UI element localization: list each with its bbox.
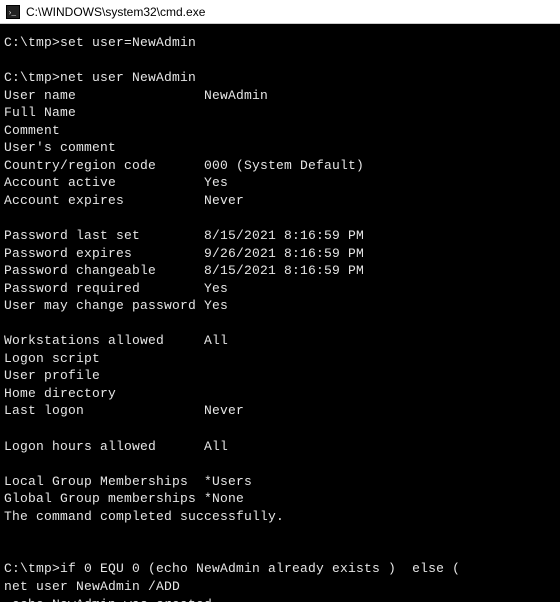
terminal-line: The command completed successfully.: [4, 508, 554, 526]
cmd-window: ›_ C:\WINDOWS\system32\cmd.exe C:\tmp>se…: [0, 0, 560, 602]
kv-value: Yes: [204, 280, 228, 298]
titlebar[interactable]: ›_ C:\WINDOWS\system32\cmd.exe: [0, 0, 560, 24]
terminal-line: C:\tmp>set user=NewAdmin: [4, 34, 554, 52]
terminal-kv-row: Workstations allowedAll: [4, 332, 554, 350]
blank-line: [4, 209, 554, 227]
blank-line: [4, 420, 554, 438]
terminal-line: C:\tmp>net user NewAdmin: [4, 69, 554, 87]
terminal-kv-row: User profile: [4, 367, 554, 385]
kv-label: User's comment: [4, 139, 204, 157]
kv-label: Home directory: [4, 385, 204, 403]
kv-label: Password required: [4, 280, 204, 298]
kv-value: *None: [204, 490, 244, 508]
terminal-kv-row: Last logonNever: [4, 402, 554, 420]
blank-line: [4, 543, 554, 561]
terminal-output[interactable]: C:\tmp>set user=NewAdmin C:\tmp>net user …: [0, 24, 560, 602]
kv-value: All: [204, 332, 228, 350]
terminal-kv-row: Comment: [4, 122, 554, 140]
kv-label: Account expires: [4, 192, 204, 210]
terminal-kv-row: Global Group memberships*None: [4, 490, 554, 508]
terminal-kv-row: Password changeable8/15/2021 8:16:59 PM: [4, 262, 554, 280]
terminal-kv-row: Full Name: [4, 104, 554, 122]
kv-value: NewAdmin: [204, 87, 268, 105]
kv-value: 000 (System Default): [204, 157, 364, 175]
kv-value: 8/15/2021 8:16:59 PM: [204, 227, 364, 245]
kv-value: Never: [204, 192, 244, 210]
kv-label: Country/region code: [4, 157, 204, 175]
kv-label: Password expires: [4, 245, 204, 263]
terminal-kv-row: User's comment: [4, 139, 554, 157]
blank-line: [4, 455, 554, 473]
kv-label: User may change password: [4, 297, 204, 315]
blank-line: [4, 52, 554, 70]
terminal-kv-row: Password last set8/15/2021 8:16:59 PM: [4, 227, 554, 245]
kv-value: All: [204, 438, 228, 456]
terminal-line: net user NewAdmin /ADD: [4, 578, 554, 596]
kv-label: Password changeable: [4, 262, 204, 280]
kv-label: User profile: [4, 367, 204, 385]
terminal-kv-row: Country/region code000 (System Default): [4, 157, 554, 175]
kv-label: Full Name: [4, 104, 204, 122]
terminal-line: echo NewAdmin was created: [4, 596, 554, 602]
kv-label: Comment: [4, 122, 204, 140]
kv-value: 8/15/2021 8:16:59 PM: [204, 262, 364, 280]
blank-line: [4, 525, 554, 543]
terminal-kv-row: Password requiredYes: [4, 280, 554, 298]
terminal-kv-row: User nameNewAdmin: [4, 87, 554, 105]
kv-value: Yes: [204, 174, 228, 192]
kv-label: Local Group Memberships: [4, 473, 204, 491]
kv-label: User name: [4, 87, 204, 105]
terminal-line: C:\tmp>if 0 EQU 0 (echo NewAdmin already…: [4, 560, 554, 578]
blank-line: [4, 315, 554, 333]
terminal-kv-row: Logon script: [4, 350, 554, 368]
svg-text:›_: ›_: [9, 7, 17, 17]
terminal-kv-row: Account activeYes: [4, 174, 554, 192]
kv-value: 9/26/2021 8:16:59 PM: [204, 245, 364, 263]
kv-value: Never: [204, 402, 244, 420]
kv-label: Account active: [4, 174, 204, 192]
kv-value: *Users: [204, 473, 252, 491]
window-title: C:\WINDOWS\system32\cmd.exe: [26, 5, 205, 19]
terminal-kv-row: Local Group Memberships*Users: [4, 473, 554, 491]
kv-value: Yes: [204, 297, 228, 315]
kv-label: Logon script: [4, 350, 204, 368]
kv-label: Last logon: [4, 402, 204, 420]
kv-label: Global Group memberships: [4, 490, 204, 508]
terminal-kv-row: Home directory: [4, 385, 554, 403]
kv-label: Logon hours allowed: [4, 438, 204, 456]
terminal-kv-row: Password expires9/26/2021 8:16:59 PM: [4, 245, 554, 263]
terminal-kv-row: Account expiresNever: [4, 192, 554, 210]
terminal-kv-row: User may change passwordYes: [4, 297, 554, 315]
cmd-icon: ›_: [6, 5, 20, 19]
terminal-kv-row: Logon hours allowedAll: [4, 438, 554, 456]
kv-label: Password last set: [4, 227, 204, 245]
kv-label: Workstations allowed: [4, 332, 204, 350]
